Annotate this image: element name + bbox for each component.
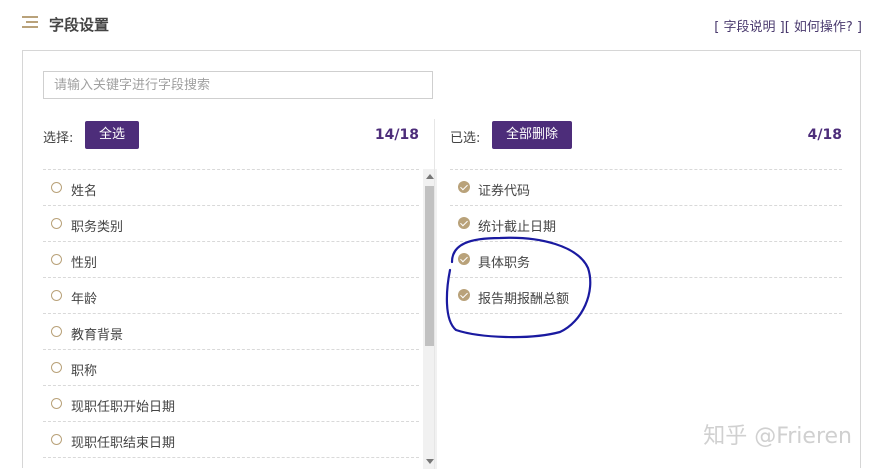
selected-field-list: 证券代码 统计截止日期 具体职务 报告期报酬总额 — [450, 169, 842, 314]
check-circle-icon[interactable] — [458, 289, 470, 301]
radio-icon[interactable] — [51, 434, 62, 445]
selected-fields-column: 已选: 全部删除 4/18 证券代码 统计截止日期 具体职务 报告期报酬总额 — [450, 119, 842, 314]
check-circle-icon[interactable] — [458, 253, 470, 265]
page-header: 字段设置 [ 字段说明 ][ 如何操作? ] — [22, 10, 862, 40]
available-field-item[interactable]: 现职任职开始日期 — [43, 386, 419, 422]
available-field-item[interactable]: 姓名 — [43, 170, 419, 206]
available-field-item[interactable]: 年龄 — [43, 278, 419, 314]
check-circle-icon[interactable] — [458, 181, 470, 193]
radio-icon[interactable] — [51, 398, 62, 409]
available-field-item[interactable]: 性别 — [43, 242, 419, 278]
right-toolbar: 已选: 全部删除 4/18 — [450, 119, 842, 151]
available-field-item[interactable]: 现职任职结束日期 — [43, 422, 419, 458]
selected-label: 已选: — [450, 131, 481, 146]
radio-icon[interactable] — [51, 182, 62, 193]
available-field-item[interactable]: 教育背景 — [43, 314, 419, 350]
radio-icon[interactable] — [51, 218, 62, 229]
selected-count: 4/18 — [807, 127, 842, 143]
field-search-input[interactable] — [43, 71, 433, 99]
radio-icon[interactable] — [51, 362, 62, 373]
check-circle-icon[interactable] — [458, 217, 470, 229]
delete-all-button[interactable]: 全部删除 — [492, 121, 573, 149]
radio-icon[interactable] — [51, 326, 62, 337]
radio-icon[interactable] — [51, 290, 62, 301]
radio-icon[interactable] — [51, 254, 62, 265]
help-links[interactable]: [ 字段说明 ][ 如何操作? ] — [714, 16, 862, 35]
available-field-list: 姓名 职务类别 性别 年龄 教育背景 职称 现职任职开始日期 现职任职结束日期 — [43, 169, 419, 470]
select-all-button[interactable]: 全选 — [85, 121, 140, 149]
menu-lines-icon — [22, 16, 40, 30]
available-field-item[interactable]: 职称 — [43, 350, 419, 386]
selected-field-item[interactable]: 报告期报酬总额 — [450, 278, 842, 314]
available-fields-column: 选择: 全选 14/18 姓名 职务类别 性别 年龄 教育背景 职称 现职任职开… — [43, 119, 437, 469]
left-toolbar: 选择: 全选 14/18 — [43, 119, 419, 151]
zhihu-watermark: 知乎 @Frieren — [703, 424, 852, 449]
scroll-down-arrow-icon[interactable] — [426, 459, 434, 464]
help-links-text[interactable]: [ 字段说明 ][ 如何操作? ] — [714, 20, 862, 35]
column-divider — [434, 119, 435, 469]
page-title: 字段设置 — [49, 16, 110, 34]
selected-field-item[interactable]: 证券代码 — [450, 170, 842, 206]
selected-field-item[interactable]: 统计截止日期 — [450, 206, 842, 242]
available-field-item[interactable]: 职务类别 — [43, 206, 419, 242]
selected-field-item[interactable]: 具体职务 — [450, 242, 842, 278]
scroll-up-arrow-icon[interactable] — [426, 174, 434, 179]
available-count: 14/18 — [374, 127, 419, 143]
field-settings-panel: 选择: 全选 14/18 姓名 职务类别 性别 年龄 教育背景 职称 现职任职开… — [22, 50, 861, 469]
select-label: 选择: — [43, 131, 74, 146]
